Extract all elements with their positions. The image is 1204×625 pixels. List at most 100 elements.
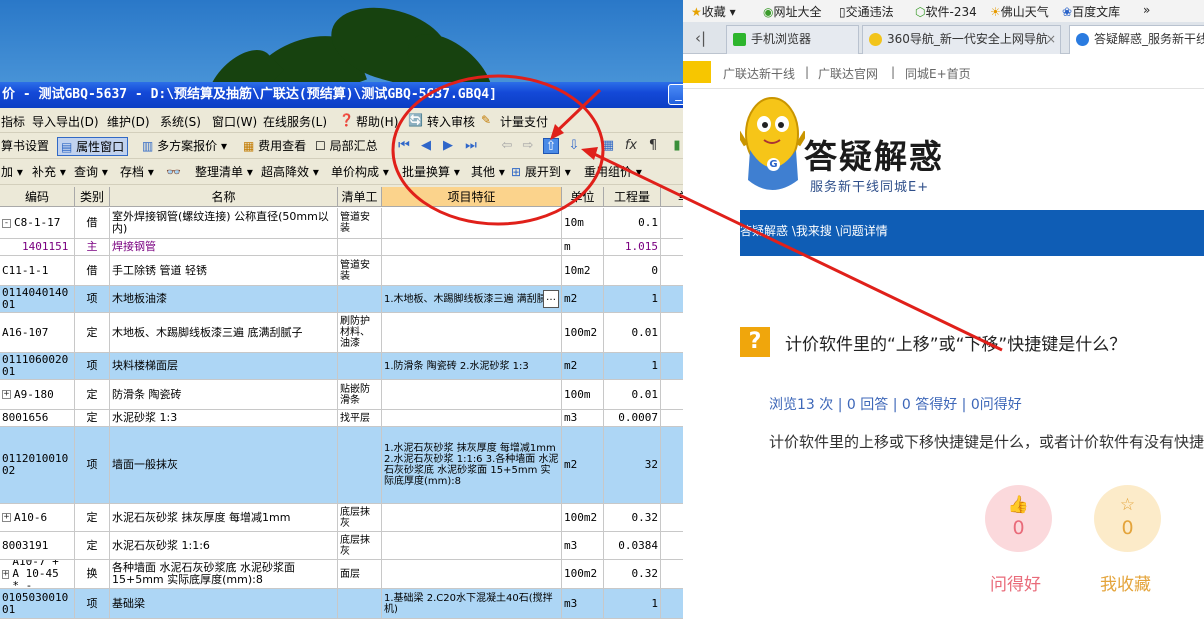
cell-name[interactable]: 水泥砂浆 1:3 (110, 410, 338, 426)
cell-work[interactable]: 底层抹灰 (338, 504, 382, 531)
table-row[interactable]: 0112010010 02 项 墙面一般抹灰 1.水泥石灰砂浆 抹灰厚度 每增减1mm… (0, 427, 720, 504)
cell-feat[interactable] (382, 380, 562, 409)
cell-code[interactable]: A16-107 (0, 313, 75, 352)
cell-work[interactable]: 贴嵌防滑条 (338, 380, 382, 409)
cell-type[interactable]: 定 (75, 532, 110, 559)
cell-feat[interactable] (382, 532, 562, 559)
cell-work[interactable] (338, 286, 382, 312)
book-settings-button[interactable]: 算书设置 (1, 137, 49, 156)
cell-type[interactable]: 定 (75, 410, 110, 426)
move-up-icon[interactable]: ⇧ (543, 138, 559, 154)
back-icon[interactable]: ‹| (695, 29, 706, 47)
cell-qty[interactable]: 0.01 (604, 313, 661, 352)
expand-to-button[interactable]: ⊞ 展开到 ▾ (511, 163, 571, 182)
table-row[interactable]: 0111060020 01 项 块料楼梯面层 1.防滑条 陶瓷砖 2.水泥砂浆 1:3… (0, 353, 720, 380)
prev-record-icon[interactable]: ◀ (418, 138, 434, 154)
cell-name[interactable]: 木地板油漆 (110, 286, 338, 312)
col-header-unit[interactable]: 单位 (562, 187, 604, 207)
cell-qty[interactable]: 1.015 (604, 239, 661, 255)
add-button[interactable]: 加 ▾ (1, 163, 23, 182)
table-row[interactable]: 0114040140 01 项木地板油漆 1.木地板、木踢脚线板漆三遍 满刮腻子… m… (0, 286, 720, 313)
col-header-qty[interactable]: 工程量 (604, 187, 661, 207)
favorite-label[interactable]: 我收藏 (1100, 570, 1151, 595)
cell-work[interactable]: 面层 (338, 560, 382, 588)
expand-icon[interactable]: + (2, 513, 11, 522)
archive-button[interactable]: 存档 ▾ (120, 163, 154, 182)
cell-type[interactable]: 定 (75, 504, 110, 531)
cell-name[interactable]: 木地板、木踢脚线板漆三遍 底满刮腻子 (110, 313, 338, 352)
cell-code[interactable]: + A9-180 (0, 380, 75, 409)
cell-code[interactable]: 1401151 (0, 239, 75, 255)
cell-name[interactable]: 基础梁 (110, 589, 338, 618)
fx-icon[interactable]: fx (623, 138, 639, 154)
bookmark-weather[interactable]: ☀佛山天气 (990, 3, 1049, 20)
menu-import-export[interactable]: 导入导出(D) (32, 113, 99, 130)
favorite-button[interactable]: ☆ 0 (1094, 485, 1161, 552)
batch-convert-button[interactable]: 批量换算 ▾ (402, 163, 460, 182)
cell-work[interactable]: 刷防护材料、油漆 (338, 313, 382, 352)
menu-indicators[interactable]: 指标 (1, 113, 25, 130)
cell-feat[interactable]: 1.木地板、木踢脚线板漆三遍 满刮腻子… (382, 286, 562, 312)
menu-maintain[interactable]: 维护(D) (107, 113, 150, 130)
cell-unit[interactable]: 100m (562, 380, 604, 409)
attr-window-button[interactable]: ▤ 属性窗口 (57, 137, 129, 156)
col-header-feature[interactable]: 项目特征 (382, 187, 562, 207)
cell-code[interactable]: + A10-6 (0, 504, 75, 531)
reuse-price-button[interactable]: 重用组价 ▾ (584, 163, 642, 182)
collapse-icon[interactable]: - (2, 218, 11, 228)
expand-icon[interactable]: + (2, 390, 11, 399)
table-row[interactable]: +A9-180定防滑条 陶瓷砖贴嵌防滑条100m0.01650. (0, 380, 720, 410)
col-header-work[interactable]: 清单工 (338, 187, 382, 207)
cell-qty[interactable]: 0.32 (604, 504, 661, 531)
cell-code[interactable]: 8003191 (0, 532, 75, 559)
cell-work[interactable] (338, 239, 382, 255)
cell-code[interactable]: 0111060020 01 (0, 353, 75, 379)
cell-type[interactable]: 定 (75, 380, 110, 409)
cell-qty[interactable]: 32 (604, 427, 661, 503)
partial-summary-button[interactable]: ☐ 局部汇总 (315, 137, 378, 156)
table-row[interactable]: + A10-7 + A 10-45 * - 换 各种墙面 水泥石灰砂浆底 水泥砂浆面 … (0, 560, 720, 589)
bookmark-favorites[interactable]: ★收藏 ▾ (691, 3, 736, 20)
link-glodon-official[interactable]: 广联达官网 (818, 65, 878, 82)
cell-feat[interactable] (382, 208, 562, 238)
cell-code[interactable]: + A10-7 + A 10-45 * - (0, 560, 75, 588)
cell-unit[interactable]: 100m2 (562, 313, 604, 352)
cell-unit[interactable]: 100m2 (562, 504, 604, 531)
cell-qty[interactable]: 0.32 (604, 560, 661, 588)
cell-type[interactable]: 定 (75, 313, 110, 352)
bookmark-more-icon[interactable]: » (1143, 3, 1150, 17)
cell-name[interactable]: 墙面一般抹灰 (110, 427, 338, 503)
cell-feat[interactable] (382, 504, 562, 531)
cell-unit[interactable]: m (562, 239, 604, 255)
cell-type[interactable]: 借 (75, 208, 110, 238)
binoculars-icon[interactable]: 👓 (166, 163, 181, 182)
cell-feat[interactable] (382, 410, 562, 426)
cell-name[interactable]: 各种墙面 水泥石灰砂浆底 水泥砂浆面 15+5mm 实际底厚度(mm):8 (110, 560, 338, 588)
cell-name[interactable]: 块料楼梯面层 (110, 353, 338, 379)
query-button[interactable]: 查询 ▾ (74, 163, 108, 182)
close-tab-icon[interactable]: × (1046, 26, 1056, 53)
cell-type[interactable]: 主 (75, 239, 110, 255)
cell-name[interactable]: 水泥石灰砂浆 抹灰厚度 每增减1mm (110, 504, 338, 531)
arrow-right-icon[interactable]: ⇨ (520, 138, 536, 154)
ask-good-label[interactable]: 问得好 (990, 570, 1041, 595)
unit-price-button[interactable]: 单价构成 ▾ (331, 163, 389, 182)
ask-good-button[interactable]: 👍 0 (985, 485, 1052, 552)
cell-unit[interactable]: 10m (562, 208, 604, 238)
cell-unit[interactable]: m2 (562, 427, 604, 503)
cell-unit[interactable]: 10m2 (562, 256, 604, 285)
tab-mobile-browser[interactable]: 手机浏览器 (726, 25, 859, 54)
bookmark-wenku[interactable]: ❀百度文库 (1062, 3, 1120, 20)
cell-code[interactable]: 8001656 (0, 410, 75, 426)
ellipsis-button[interactable]: … (543, 290, 559, 308)
table-row[interactable]: A16-107 定木地板、木踢脚线板漆三遍 底满刮腻子 刷防护材料、油漆 100m2 0… (0, 313, 720, 353)
cell-qty[interactable]: 1 (604, 286, 661, 312)
cell-feat[interactable] (382, 239, 562, 255)
cell-work[interactable]: 找平层 (338, 410, 382, 426)
cell-feat[interactable]: 1.基础梁 2.C20水下混凝土40石(搅拌机) (382, 589, 562, 618)
bookmark-nav[interactable]: ◉网址大全 (763, 3, 822, 20)
col-header-type[interactable]: 类别 (75, 187, 110, 207)
col-header-code[interactable]: 编码 (0, 187, 75, 207)
cell-unit[interactable]: 100m2 (562, 560, 604, 588)
calculator-icon[interactable]: ▦ (600, 138, 616, 154)
